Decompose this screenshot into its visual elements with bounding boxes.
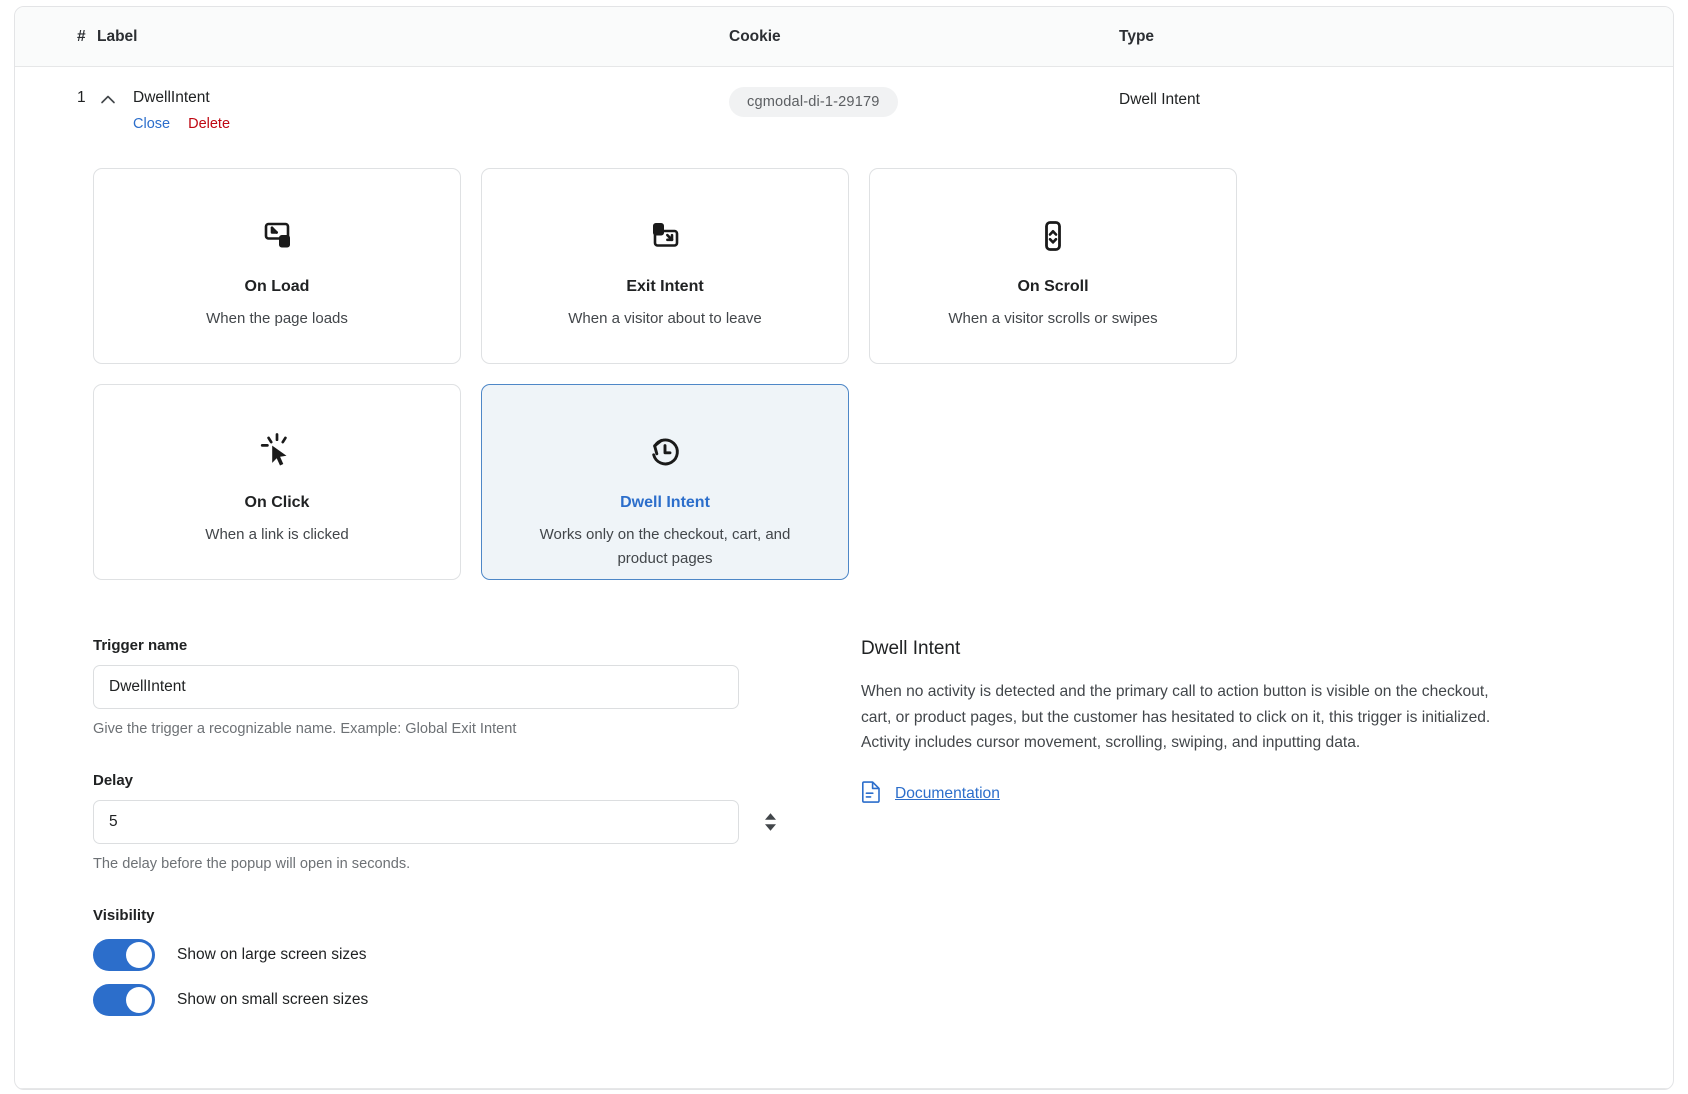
trigger-tile-title: Exit Intent bbox=[626, 278, 704, 295]
delay-label: Delay bbox=[93, 772, 134, 789]
settings-form: Trigger name Give the trigger a recogniz… bbox=[93, 636, 793, 1016]
toggle-knob bbox=[126, 942, 152, 968]
trigger-name-input[interactable] bbox=[93, 665, 739, 709]
trigger-tile-title: On Load bbox=[244, 278, 310, 295]
trigger-name-help: Give the trigger a recognizable name. Ex… bbox=[93, 721, 517, 737]
cookie-badge: cgmodal-di-1-29179 bbox=[729, 87, 898, 117]
row-label-cell: DwellIntent Close Delete bbox=[133, 87, 729, 134]
trigger-tile-dwell-intent[interactable]: Dwell Intent Works only on the checkout,… bbox=[481, 384, 849, 580]
row-label-text: DwellIntent bbox=[133, 89, 210, 106]
stepper-up-icon bbox=[765, 813, 776, 820]
toggle-knob bbox=[126, 987, 152, 1013]
info-panel: Dwell Intent When no activity is detecte… bbox=[861, 636, 1561, 1016]
trigger-tile-subtitle: When a visitor about to leave bbox=[568, 310, 762, 327]
table-row: 1 DwellIntent Close Delete cgmodal-di-1-… bbox=[15, 67, 1673, 134]
toggle-label-large: Show on large screen sizes bbox=[177, 946, 367, 963]
on-scroll-icon bbox=[1031, 213, 1075, 259]
stepper-down-icon bbox=[765, 824, 776, 831]
toggle-label-small: Show on small screen sizes bbox=[177, 991, 369, 1008]
visibility-small-row: Show on small screen sizes bbox=[93, 984, 793, 1016]
trigger-tile-subtitle: When a link is clicked bbox=[205, 526, 349, 543]
delay-help: The delay before the popup will open in … bbox=[93, 856, 411, 872]
info-panel-body: When no activity is detected and the pri… bbox=[861, 683, 1491, 751]
bottom-divider bbox=[15, 1088, 1673, 1089]
trigger-tile-title: Dwell Intent bbox=[620, 494, 710, 511]
visibility-label: Visibility bbox=[93, 907, 155, 924]
row-type-text: Dwell Intent bbox=[1119, 91, 1200, 108]
toggle-show-large-screens[interactable] bbox=[93, 939, 155, 971]
close-link[interactable]: Close bbox=[133, 116, 170, 132]
trigger-tile-subtitle: When a visitor scrolls or swipes bbox=[948, 310, 1158, 327]
trigger-tile-on-load[interactable]: On Load When the page loads bbox=[93, 168, 461, 364]
column-header-type: Type bbox=[1119, 27, 1155, 45]
row-actions: Close Delete bbox=[133, 114, 729, 134]
document-icon bbox=[861, 780, 882, 808]
trigger-settings-card: # Label Cookie Type 1 DwellIntent Close … bbox=[14, 6, 1674, 1090]
on-click-icon bbox=[254, 429, 300, 475]
trigger-tile-on-click[interactable]: On Click When a link is clicked bbox=[93, 384, 461, 580]
exit-intent-icon bbox=[643, 213, 687, 259]
trigger-tile-title: On Scroll bbox=[1017, 278, 1089, 295]
trigger-name-field-group: Trigger name Give the trigger a recogniz… bbox=[93, 636, 793, 739]
column-header-label: Label bbox=[97, 27, 138, 45]
delay-input[interactable] bbox=[93, 800, 739, 844]
visibility-large-row: Show on large screen sizes bbox=[93, 939, 793, 971]
dwell-intent-icon bbox=[642, 429, 688, 475]
chevron-up-icon[interactable] bbox=[97, 87, 133, 111]
documentation-link[interactable]: Documentation bbox=[861, 780, 1561, 808]
table-header: # Label Cookie Type bbox=[15, 7, 1673, 67]
trigger-tile-exit-intent[interactable]: Exit Intent When a visitor about to leav… bbox=[481, 168, 849, 364]
trigger-name-label: Trigger name bbox=[93, 637, 188, 654]
documentation-link-text[interactable]: Documentation bbox=[895, 785, 1000, 803]
trigger-type-grid: On Load When the page loads Exit Intent … bbox=[93, 168, 1253, 580]
settings-section: Trigger name Give the trigger a recogniz… bbox=[15, 636, 1673, 1016]
visibility-group: Visibility Show on large screen sizes Sh… bbox=[93, 906, 793, 1016]
trigger-tile-title: On Click bbox=[244, 494, 310, 511]
delay-stepper[interactable] bbox=[764, 813, 777, 832]
toggle-show-small-screens[interactable] bbox=[93, 984, 155, 1016]
row-cookie-cell: cgmodal-di-1-29179 bbox=[729, 87, 1119, 117]
trigger-tile-subtitle: Works only on the checkout, cart, and pr… bbox=[539, 526, 791, 567]
column-header-cookie: Cookie bbox=[729, 27, 781, 45]
on-load-icon bbox=[255, 213, 299, 259]
column-header-number: # bbox=[77, 27, 86, 45]
info-panel-title: Dwell Intent bbox=[861, 638, 961, 659]
trigger-tile-subtitle: When the page loads bbox=[206, 310, 348, 327]
delete-link[interactable]: Delete bbox=[188, 116, 230, 132]
row-number: 1 bbox=[77, 89, 86, 106]
trigger-tile-on-scroll[interactable]: On Scroll When a visitor scrolls or swip… bbox=[869, 168, 1237, 364]
delay-field-group: Delay The delay before the popup will op… bbox=[93, 771, 793, 874]
